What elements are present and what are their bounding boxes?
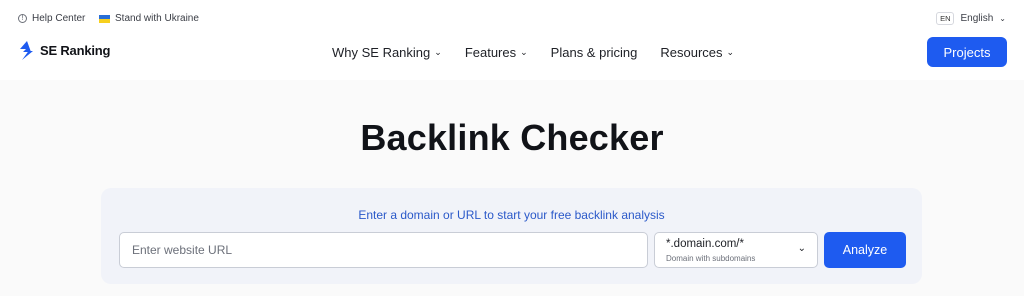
menu-item-plans-pricing[interactable]: Plans & pricing	[551, 45, 638, 60]
stand-with-ukraine-link[interactable]: Stand with Ukraine	[99, 13, 199, 24]
page-title: Backlink Checker	[360, 117, 664, 158]
language-selector[interactable]: EN English ⌄	[936, 12, 1006, 25]
projects-button[interactable]: Projects	[927, 37, 1007, 67]
help-circle-icon: !	[18, 14, 27, 23]
menu-item-label: Features	[464, 45, 517, 60]
logo-text: SE Ranking	[40, 43, 111, 58]
utility-bar: ! Help Center Stand with Ukraine EN Engl…	[0, 8, 1024, 32]
chevron-down-icon: ⌄	[999, 14, 1006, 23]
analyze-button[interactable]: Analyze	[824, 232, 906, 268]
menu-item-label: Plans & pricing	[550, 45, 638, 60]
website-url-input[interactable]	[119, 232, 648, 268]
chevron-down-icon: ⌄	[797, 243, 806, 254]
chevron-down-icon: ⌄	[434, 48, 442, 58]
menu-item-why-se-ranking[interactable]: Why SE Ranking ⌄	[332, 45, 442, 60]
help-center-label: Help Center	[32, 13, 86, 24]
menu-item-label: Resources	[660, 45, 723, 60]
language-code: EN	[936, 12, 955, 25]
chevron-down-icon: ⌄	[520, 48, 528, 58]
help-center-link[interactable]: ! Help Center	[18, 13, 85, 24]
language-label: English	[960, 13, 994, 24]
stand-with-ukraine-label: Stand with Ukraine	[115, 13, 199, 24]
scope-description: Domain with subdomains	[666, 254, 756, 263]
scope-select[interactable]: *.domain.com/* Domain with subdomains ⌄	[654, 232, 818, 268]
ukraine-flag-icon	[99, 14, 110, 23]
menu-item-features[interactable]: Features ⌄	[465, 45, 528, 60]
search-caption: Enter a domain or URL to start your free…	[358, 208, 665, 222]
menu-item-label: Why SE Ranking	[332, 45, 431, 60]
search-panel: Enter a domain or URL to start your free…	[101, 188, 922, 284]
menu-item-resources[interactable]: Resources ⌄	[660, 45, 734, 60]
logo[interactable]: SE Ranking	[18, 41, 110, 60]
main-nav: SE Ranking Why SE Ranking ⌄ Features ⌄ P…	[0, 37, 1024, 69]
scope-value: *.domain.com/*	[666, 238, 744, 250]
chevron-down-icon: ⌄	[726, 48, 735, 58]
se-ranking-logo-icon	[20, 41, 33, 60]
primary-menu: Why SE Ranking ⌄ Features ⌄ Plans & pric…	[332, 45, 734, 60]
